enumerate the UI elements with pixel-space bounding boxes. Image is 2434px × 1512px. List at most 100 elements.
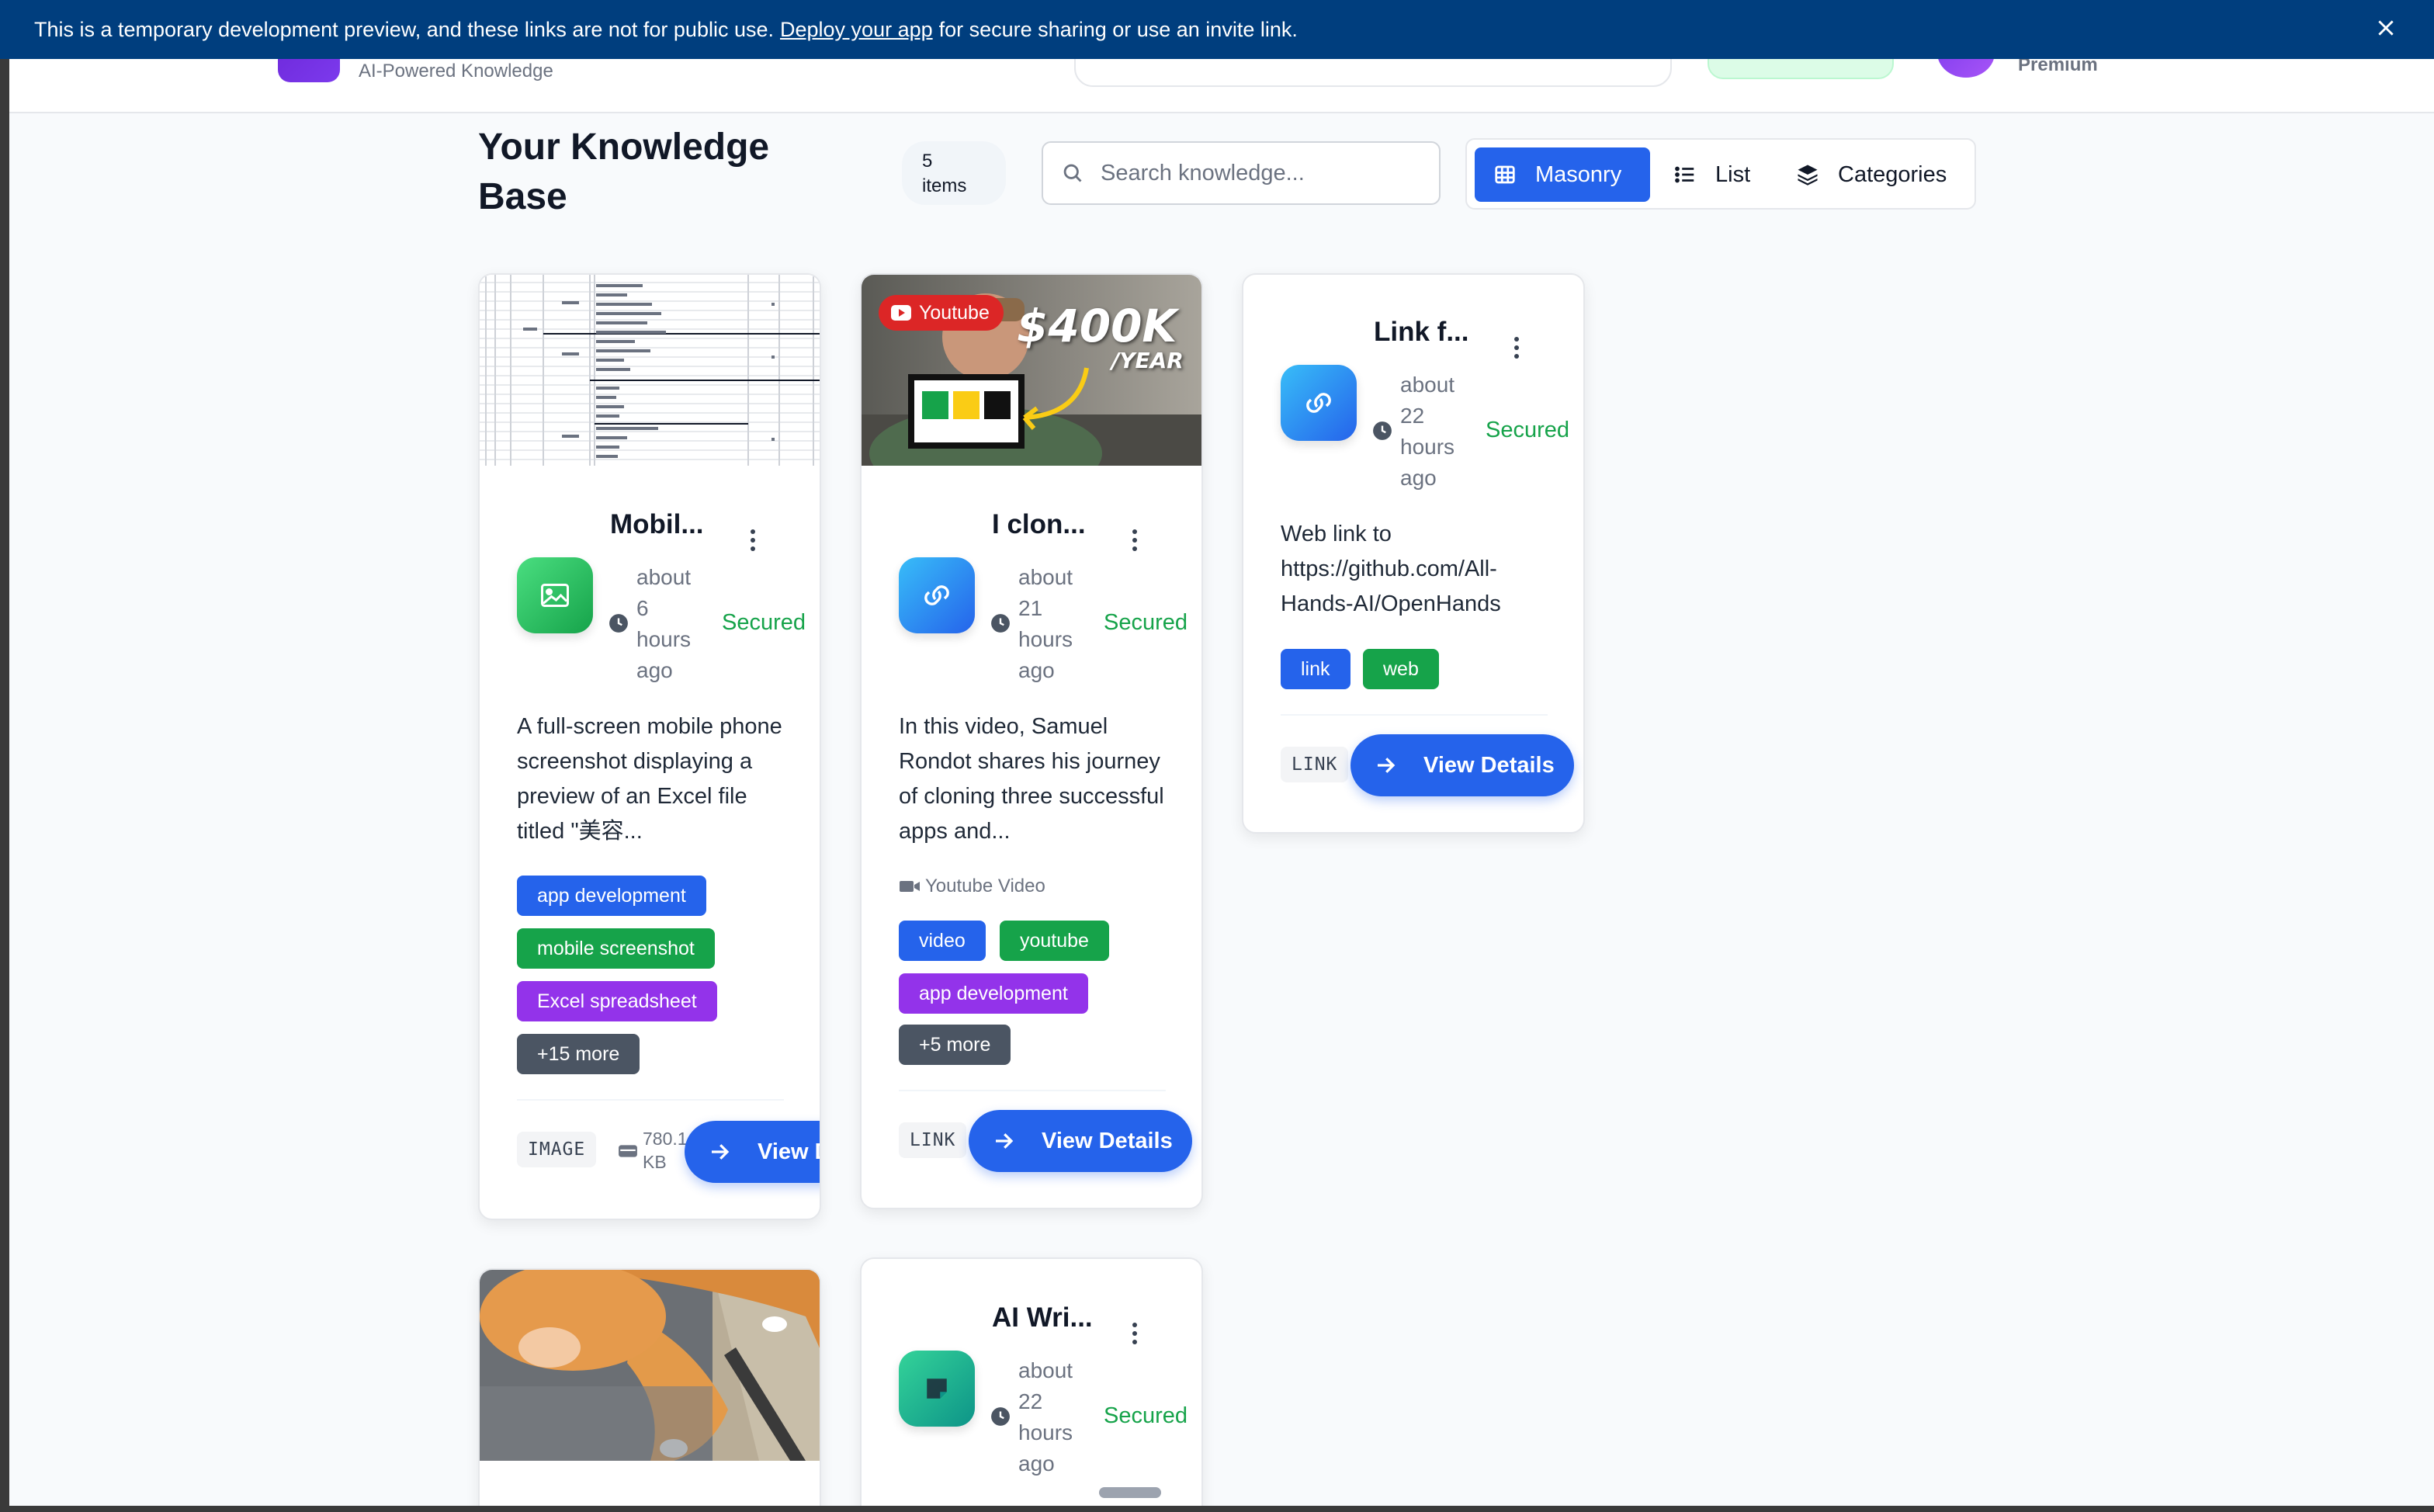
banner-text: This is a temporary development preview,… [34,17,774,41]
knowledge-search-input[interactable] [1101,160,1411,186]
timestamp-part: 22 [1018,1389,1043,1413]
layers-icon [1798,165,1818,186]
source-text: Youtube Video [925,876,1045,896]
file-size: 780.1 KB [643,1127,688,1174]
item-count-badge: 5 items [902,141,1006,205]
timestamp-part: ago [1018,658,1055,682]
more-options-icon[interactable] [1127,1318,1142,1349]
timestamp-part: hours [1018,1420,1073,1444]
card-thumbnail [480,1270,820,1461]
more-tags-badge[interactable]: +5 more [899,1025,1011,1065]
youtube-icon [891,305,911,321]
view-list-label: List [1715,161,1751,187]
knowledge-card[interactable]: Youtube $400K /YEAR I clon... about 21 h… [860,273,1203,1209]
view-details-label: View Details [1423,752,1555,778]
knowledge-card[interactable]: Mobil... about 6 hours ago Secured A ful… [478,273,821,1220]
source-label: Youtube Video [899,876,1045,897]
view-masonry-button[interactable]: Masonry [1475,147,1650,202]
timestamp-part: about [1400,373,1455,397]
tag[interactable]: app development [899,973,1088,1014]
timestamp-part: 21 [1018,596,1043,620]
card-divider [1281,714,1548,716]
item-count-number: 5 [922,151,933,172]
timestamp-part: about [636,565,692,589]
card-title[interactable]: Mobil... [610,509,704,540]
view-categories-label: Categories [1838,161,1947,187]
scroll-indicator[interactable] [1099,1487,1161,1498]
tag[interactable]: link [1281,649,1350,689]
view-details-button[interactable]: View Details [685,1121,820,1183]
knowledge-card[interactable]: Link f... about 22 hours ago Secured Web… [1242,273,1585,834]
more-options-icon[interactable] [1127,525,1142,556]
view-categories-button[interactable]: Categories [1779,147,1970,202]
item-count-unit: items [922,175,967,196]
content-type-label: IMAGE [517,1132,597,1167]
card-divider [517,1099,784,1101]
knowledge-card[interactable]: AI Wri... about 22 hours ago Secured [860,1257,1203,1506]
timestamp: about 22 hours ago [1400,369,1478,494]
tag[interactable]: Excel spreadsheet [517,981,717,1021]
view-mode-toggle: Masonry List Categories [1465,138,1976,210]
view-details-button[interactable]: View Details [969,1110,1192,1172]
knowledge-search[interactable] [1042,141,1441,205]
timestamp: about 21 hours ago [1018,562,1096,686]
clock-icon [1373,421,1392,440]
timestamp-part: ago [1400,466,1437,490]
file-size-unit: KB [643,1152,667,1172]
card-title[interactable]: Link f... [1374,317,1469,348]
timestamp: about 6 hours ago [636,562,714,686]
tag[interactable]: video [899,921,986,961]
note-icon [927,1378,947,1399]
video-camera-icon [900,881,920,892]
grid-icon [1495,165,1515,184]
secured-status: Secured [722,610,806,635]
timestamp-part: about [1018,565,1073,589]
content-type-label: LINK [899,1122,967,1158]
content-type-label: LINK [1281,747,1349,782]
tag[interactable]: mobile screenshot [517,928,715,969]
link-type-icon [899,557,975,633]
arrow-right-icon [996,1133,1014,1149]
link-icon [1306,393,1331,413]
secured-status: Secured [1486,418,1570,442]
video-thumbnail: Youtube $400K /YEAR [862,275,1201,466]
timestamp-part: hours [1018,627,1073,651]
card-title[interactable]: AI Wri... [992,1302,1093,1333]
view-masonry-label: Masonry [1535,161,1622,187]
youtube-badge: Youtube [879,295,1004,331]
note-type-icon [899,1351,975,1427]
timestamp-part: 6 [636,596,649,620]
timestamp-part: ago [636,658,673,682]
more-options-icon[interactable] [1509,332,1524,363]
view-list-button[interactable]: List [1656,147,1773,202]
youtube-badge-label: Youtube [919,301,990,324]
image-icon [541,584,569,607]
view-details-button[interactable]: View Details [1350,734,1574,796]
tag[interactable]: web [1363,649,1439,689]
clock-icon [991,614,1010,633]
secured-status: Secured [1104,1403,1188,1428]
close-icon[interactable] [2369,11,2403,45]
deploy-app-link[interactable]: Deploy your app [780,18,933,42]
link-icon [924,585,949,605]
more-options-icon[interactable] [745,525,761,556]
knowledge-card[interactable] [478,1268,821,1506]
timestamp-part: ago [1018,1451,1055,1476]
arrow-right-icon [712,1144,730,1160]
arrow-right-icon [1378,758,1396,773]
card-title[interactable]: I clon... [992,509,1086,540]
card-description: Web link to https://github.com/All-Hands… [1281,522,1501,616]
timestamp: about 22 hours ago [1018,1355,1096,1479]
image-type-icon [517,557,593,633]
more-tags-badge[interactable]: +15 more [517,1034,640,1074]
tag[interactable]: app development [517,876,706,916]
timestamp-part: hours [1400,435,1455,459]
card-divider [899,1090,1166,1091]
list-icon [1675,166,1694,183]
card-description: In this video, Samuel Rondot shares his … [899,714,1164,844]
tag[interactable]: youtube [1000,921,1109,961]
card-thumbnail [480,275,820,466]
spreadsheet-thumbnail [480,275,820,466]
thumbnail-price-text: $400K [1017,300,1177,352]
app-viewport: AI-Powered Knowledge Premium Your Knowle… [9,0,2434,1506]
